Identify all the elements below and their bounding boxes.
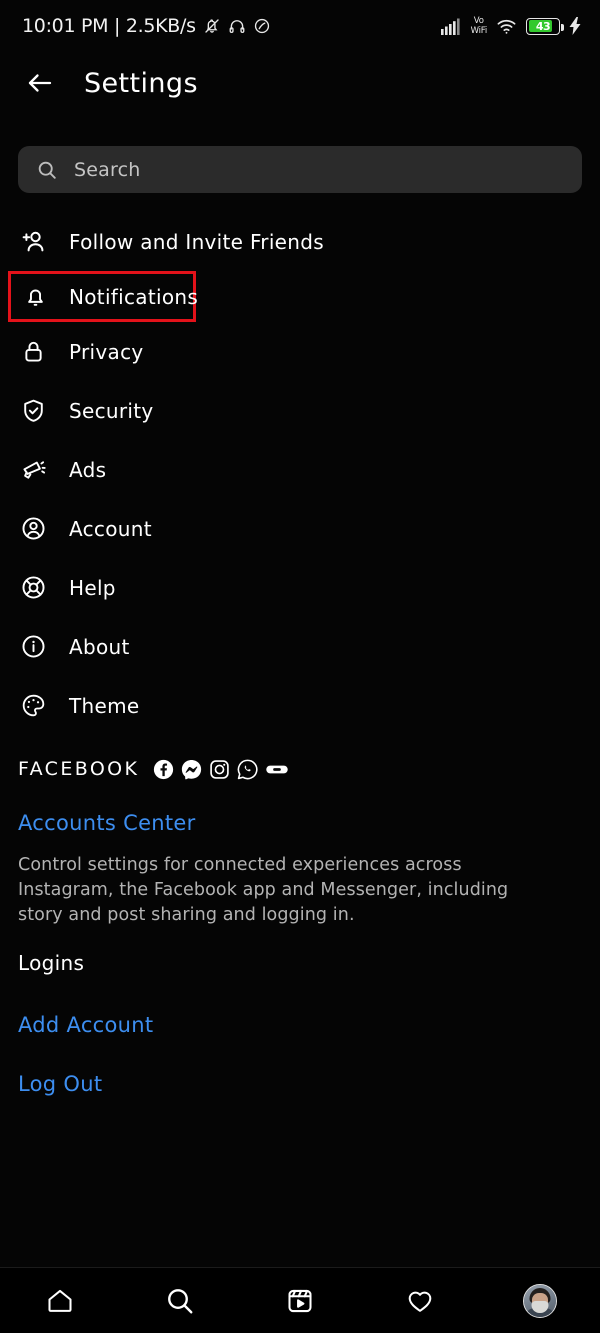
charging-bolt-icon — [569, 17, 581, 35]
back-button[interactable] — [18, 61, 62, 105]
reels-icon — [288, 1289, 312, 1312]
lock-icon — [18, 337, 48, 367]
nav-item-profile[interactable] — [510, 1274, 570, 1328]
add-account-link[interactable]: Add Account — [18, 1013, 153, 1037]
menu-item-label: Follow and Invite Friends — [69, 229, 324, 254]
menu-item-account[interactable]: Account — [0, 499, 600, 558]
accounts-center-description: Control settings for connected experienc… — [18, 855, 509, 925]
arrow-left-icon — [28, 74, 52, 92]
heart-icon — [408, 1291, 432, 1312]
vowifi-label-top: Vo — [473, 16, 484, 26]
home-icon — [48, 1289, 72, 1312]
user-circle-icon — [18, 514, 48, 544]
status-bar-left: 10:01 PM | 2.5KB/s — [22, 15, 271, 37]
menu-item-label: About — [69, 634, 130, 659]
whatsapp-icon — [238, 759, 258, 779]
bottom-navigation-bar — [0, 1267, 600, 1333]
headphones-icon — [229, 20, 245, 34]
log-out-link[interactable]: Log Out — [18, 1072, 102, 1096]
battery-icon: 43 — [526, 17, 564, 35]
menu-item-label: Account — [69, 516, 152, 541]
settings-menu: Follow and Invite Friends Notifications … — [0, 212, 600, 735]
facebook-section-title: FACEBOOK — [18, 758, 140, 780]
battery-level: 43 — [535, 19, 551, 33]
wifi-icon — [497, 19, 516, 34]
shield-check-icon — [18, 396, 48, 426]
menu-item-theme[interactable]: Theme — [0, 676, 600, 735]
facebook-app-icons — [153, 759, 289, 780]
nav-item-home[interactable] — [30, 1274, 90, 1328]
menu-item-security[interactable]: Security — [0, 381, 600, 440]
avatar — [523, 1283, 557, 1318]
menu-item-label: Notifications — [69, 284, 199, 309]
nav-item-search[interactable] — [150, 1274, 210, 1328]
palette-icon — [18, 691, 48, 721]
bell-muted-icon — [205, 19, 219, 33]
menu-item-follow-and-invite-friends[interactable]: Follow and Invite Friends — [0, 212, 600, 271]
search-icon — [168, 1288, 193, 1313]
facebook-section: FACEBOOK Accounts Center Control setting… — [18, 752, 582, 928]
vowifi-label-bottom: WiFi — [470, 25, 488, 36]
nav-item-reels[interactable] — [270, 1274, 330, 1328]
page-title: Settings — [84, 67, 198, 99]
menu-item-about[interactable]: About — [0, 617, 600, 676]
dnd-icon — [254, 18, 269, 34]
menu-item-label: Theme — [69, 693, 140, 718]
instagram-icon — [210, 759, 230, 779]
status-time-and-datarate: 10:01 PM | 2.5KB/s — [22, 15, 196, 37]
nav-item-activity[interactable] — [390, 1274, 450, 1328]
menu-item-label: Security — [69, 398, 154, 423]
menu-item-help[interactable]: Help — [0, 558, 600, 617]
menu-item-label: Ads — [69, 457, 107, 482]
accounts-center-link[interactable]: Accounts Center — [18, 811, 582, 835]
logins-section-title: Logins — [18, 951, 85, 975]
lifebuoy-icon — [18, 573, 48, 603]
meta-oculus-icon — [266, 765, 289, 773]
menu-item-label: Help — [69, 575, 116, 600]
signal-bars-icon — [440, 18, 460, 35]
search-placeholder: Search — [74, 158, 141, 181]
menu-item-label: Privacy — [69, 339, 144, 364]
status-bar: 10:01 PM | 2.5KB/s Vo WiFi 43 — [0, 0, 600, 52]
vowifi-icon: Vo WiFi — [470, 16, 488, 36]
search-bar[interactable]: Search — [18, 146, 582, 193]
bell-icon — [20, 282, 50, 312]
messenger-icon — [182, 759, 202, 779]
page-header: Settings — [0, 52, 600, 114]
search-input[interactable]: Search — [18, 146, 582, 193]
info-circle-icon — [18, 632, 48, 662]
facebook-section-header: FACEBOOK — [18, 752, 582, 786]
search-icon — [38, 161, 56, 179]
status-bar-right: Vo WiFi 43 — [440, 16, 582, 36]
megaphone-icon — [18, 455, 48, 485]
person-add-icon — [18, 227, 48, 257]
menu-item-notifications[interactable]: Notifications — [8, 271, 199, 322]
facebook-icon — [154, 759, 174, 779]
menu-item-privacy[interactable]: Privacy — [0, 322, 600, 381]
menu-item-ads[interactable]: Ads — [0, 440, 600, 499]
